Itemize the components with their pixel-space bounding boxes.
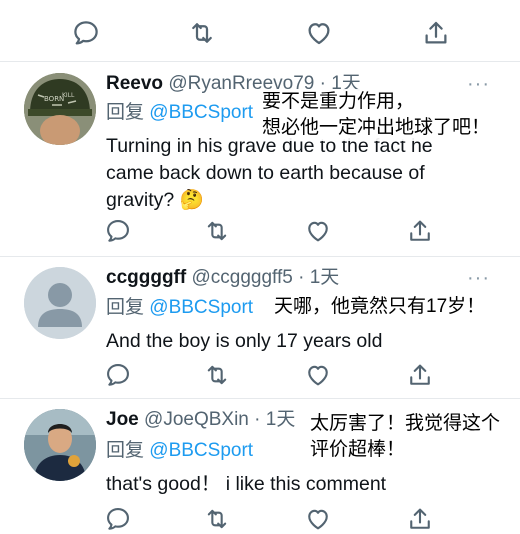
tweet-text: Turning in his grave due to the fact he … bbox=[106, 135, 433, 211]
mention-link[interactable]: @BBCSport bbox=[149, 440, 253, 461]
reply-button[interactable] bbox=[104, 361, 132, 389]
translation-overlay: 太厉害了！我觉得这个 评价超棒！ bbox=[308, 411, 503, 463]
overlay-line: 天哪，他竟然只有17岁！ bbox=[274, 296, 486, 317]
heart-icon bbox=[308, 509, 328, 530]
replying-to: 回复 @BBCSport bbox=[106, 296, 253, 320]
retweet-arrows-icon bbox=[207, 365, 227, 385]
overlay-line: 评价超棒！ bbox=[310, 439, 406, 460]
reply-button[interactable] bbox=[104, 217, 132, 245]
share-button[interactable] bbox=[421, 18, 451, 48]
more-options-button[interactable]: ··· bbox=[467, 267, 490, 290]
retweet-button[interactable] bbox=[187, 18, 217, 48]
display-name[interactable]: ccggggff bbox=[106, 267, 186, 288]
overlay-line: 要不是重力作用， bbox=[262, 91, 415, 112]
share-button[interactable] bbox=[406, 505, 434, 533]
comment-bubble-icon bbox=[107, 508, 129, 530]
reply-prefix: 回复 bbox=[106, 102, 145, 123]
avatar[interactable] bbox=[24, 267, 96, 339]
tweet-header: ccggggff @ccggggff5 · 1天 bbox=[106, 266, 339, 290]
reply-tweet-ccggggff[interactable]: ccggggff @ccggggff5 · 1天 ··· 回复 @BBCSpor… bbox=[0, 257, 520, 399]
reply-prefix: 回复 bbox=[106, 440, 145, 461]
tweet-actions bbox=[0, 211, 520, 251]
overlay-line: 想必他一定冲出地球了吧！ bbox=[262, 117, 491, 138]
replying-to: 回复 @BBCSport bbox=[106, 101, 253, 125]
share-button[interactable] bbox=[406, 361, 434, 389]
comment-bubble-icon bbox=[107, 220, 129, 242]
retweet-button[interactable] bbox=[203, 361, 231, 389]
translation-overlay: 天哪，他竟然只有17岁！ bbox=[272, 294, 488, 320]
share-upload-icon bbox=[410, 364, 430, 385]
like-button[interactable] bbox=[304, 217, 332, 245]
heart-icon bbox=[308, 365, 328, 386]
like-button[interactable] bbox=[304, 505, 332, 533]
retweet-button[interactable] bbox=[203, 505, 231, 533]
avatar-image bbox=[24, 409, 96, 481]
reply-tweet-reevo[interactable]: BORN KILL Reevo @RyanRreevo79 · 1天 ··· 回… bbox=[0, 61, 520, 257]
heart-icon bbox=[308, 221, 328, 242]
overlay-line: 太厉害了！我觉得这个 bbox=[310, 413, 501, 434]
mention-link[interactable]: @BBCSport bbox=[149, 297, 253, 318]
handle-and-time[interactable]: @JoeQBXin · 1天 bbox=[144, 409, 295, 430]
reply-button[interactable] bbox=[104, 505, 132, 533]
share-upload-icon bbox=[410, 508, 430, 529]
share-upload-icon bbox=[410, 220, 430, 241]
svg-text:KILL: KILL bbox=[62, 92, 75, 99]
comment-bubble-icon bbox=[107, 364, 129, 386]
avatar[interactable]: BORN KILL bbox=[24, 73, 96, 145]
replying-to: 回复 @BBCSport bbox=[106, 439, 253, 463]
share-button[interactable] bbox=[406, 217, 434, 245]
avatar-image: BORN KILL bbox=[24, 73, 96, 145]
retweet-arrows-icon bbox=[207, 509, 227, 529]
previous-tweet-actions bbox=[0, 14, 520, 54]
heart-icon bbox=[308, 23, 330, 45]
tweet-text: And the boy is only 17 years old bbox=[106, 330, 383, 352]
tweet-actions bbox=[0, 355, 520, 395]
comment-bubble-icon bbox=[74, 21, 98, 45]
reply-prefix: 回复 bbox=[106, 297, 145, 318]
reply-tweet-joe[interactable]: Joe @JoeQBXin · 1天 回复 @BBCSport 太厉害了！我觉得… bbox=[0, 399, 520, 534]
handle-and-time[interactable]: @ccggggff5 · 1天 bbox=[192, 267, 340, 288]
reply-button[interactable] bbox=[71, 18, 101, 48]
retweet-arrows-icon bbox=[192, 23, 212, 43]
tweet-header: Joe @JoeQBXin · 1天 bbox=[106, 408, 295, 432]
share-upload-icon bbox=[425, 21, 447, 44]
display-name[interactable]: Joe bbox=[106, 409, 139, 430]
default-avatar-icon bbox=[24, 267, 96, 339]
avatar[interactable] bbox=[24, 409, 96, 481]
display-name[interactable]: Reevo bbox=[106, 73, 163, 94]
like-button[interactable] bbox=[304, 361, 332, 389]
like-button[interactable] bbox=[304, 18, 334, 48]
retweet-button[interactable] bbox=[203, 217, 231, 245]
translation-overlay: 要不是重力作用， 想必他一定冲出地球了吧！ bbox=[260, 89, 493, 141]
mention-link[interactable]: @BBCSport bbox=[149, 102, 253, 123]
tweet-text: that's good！ i like this comment bbox=[106, 473, 387, 495]
tweet-actions bbox=[0, 499, 520, 534]
retweet-arrows-icon bbox=[207, 221, 227, 241]
